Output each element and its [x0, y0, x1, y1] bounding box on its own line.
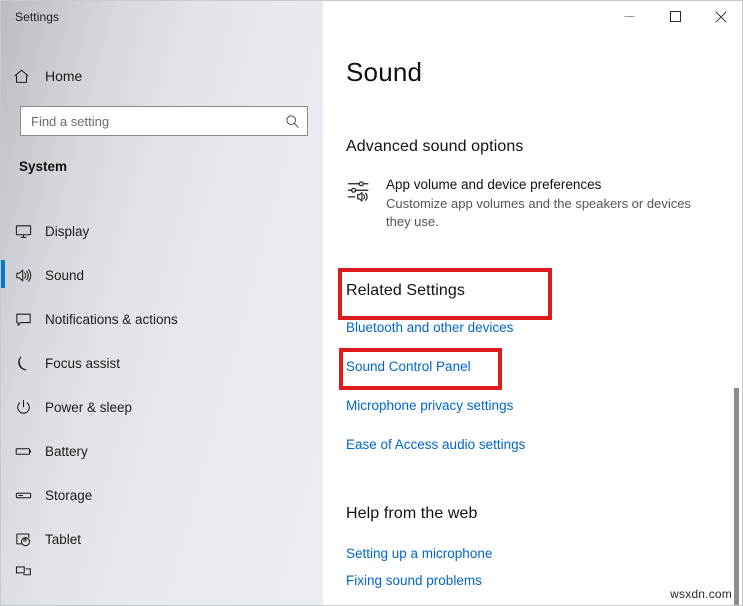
- maximize-icon: [670, 11, 681, 22]
- link-setting-up-a-microphone[interactable]: Setting up a microphone: [346, 546, 492, 561]
- sidebar-item-power-sleep[interactable]: Power & sleep: [1, 385, 323, 429]
- page-title: Sound: [346, 57, 422, 88]
- sidebar-nav-list: Display Sound: [1, 209, 323, 581]
- link-ease-of-access-audio-settings[interactable]: Ease of Access audio settings: [346, 437, 525, 452]
- sidebar-item-label: Display: [45, 224, 89, 239]
- selection-indicator: [1, 260, 5, 288]
- tablet-touch-icon: [1, 530, 45, 549]
- sidebar-item-storage[interactable]: Storage: [1, 473, 323, 517]
- settings-window: Settings: [0, 0, 743, 606]
- main-scrollbar-track[interactable]: [734, 33, 741, 606]
- search-input[interactable]: [21, 114, 277, 129]
- link-sound-control-panel[interactable]: Sound Control Panel: [346, 359, 471, 374]
- home-icon: [1, 68, 41, 85]
- section-heading-related-settings: Related Settings: [346, 282, 465, 300]
- drive-icon: [1, 486, 45, 505]
- sidebar-item-display[interactable]: Display: [1, 209, 323, 253]
- volume-mixer-icon: [346, 176, 386, 204]
- minimize-icon: [624, 11, 635, 22]
- title-bar[interactable]: Settings: [1, 1, 743, 33]
- sidebar-item-label: Notifications & actions: [45, 312, 178, 327]
- search-box[interactable]: [20, 106, 308, 136]
- callout-icon: [1, 310, 45, 329]
- multitasking-icon: [1, 562, 45, 581]
- sidebar-item-multitasking[interactable]: [1, 561, 323, 581]
- battery-icon: [1, 442, 45, 461]
- section-heading-advanced-sound-options: Advanced sound options: [346, 138, 523, 156]
- section-heading-help-from-the-web: Help from the web: [346, 505, 478, 523]
- speaker-icon: [1, 266, 45, 285]
- sidebar-item-label: Sound: [45, 268, 84, 283]
- watermark: wsxdn.com: [670, 587, 732, 601]
- maximize-button[interactable]: [652, 1, 698, 32]
- link-microphone-privacy-settings[interactable]: Microphone privacy settings: [346, 398, 513, 413]
- link-bluetooth-and-other-devices[interactable]: Bluetooth and other devices: [346, 320, 513, 335]
- sidebar-item-battery[interactable]: Battery: [1, 429, 323, 473]
- sidebar-home-label: Home: [45, 68, 82, 84]
- link-fixing-sound-problems[interactable]: Fixing sound problems: [346, 573, 482, 588]
- main-content: Sound Advanced sound options: [323, 1, 743, 606]
- tile-description: Customize app volumes and the speakers o…: [386, 195, 704, 231]
- sidebar-item-label: Tablet: [45, 532, 81, 547]
- sidebar-section-heading: System: [19, 159, 67, 174]
- sidebar-item-label: Power & sleep: [45, 400, 132, 415]
- sidebar-item-sound[interactable]: Sound: [1, 253, 323, 297]
- close-button[interactable]: [698, 1, 743, 32]
- minimize-button[interactable]: [606, 1, 652, 32]
- moon-icon: [1, 354, 45, 373]
- close-icon: [715, 11, 727, 23]
- sidebar-item-notifications[interactable]: Notifications & actions: [1, 297, 323, 341]
- search-icon[interactable]: [277, 114, 307, 129]
- sidebar-item-label: Battery: [45, 444, 88, 459]
- app-volume-device-preferences-tile[interactable]: App volume and device preferences Custom…: [346, 176, 726, 231]
- sidebar-item-focus-assist[interactable]: Focus assist: [1, 341, 323, 385]
- sidebar-item-label: Storage: [45, 488, 92, 503]
- window-title: Settings: [15, 10, 59, 24]
- sidebar-item-tablet[interactable]: Tablet: [1, 517, 323, 561]
- sidebar-item-label: Focus assist: [45, 356, 120, 371]
- sidebar-item-home[interactable]: Home: [1, 61, 323, 91]
- monitor-icon: [1, 222, 45, 241]
- main-scrollbar-thumb[interactable]: [734, 388, 739, 606]
- sidebar: Home System: [1, 1, 323, 606]
- tile-title: App volume and device preferences: [386, 176, 726, 194]
- power-icon: [1, 398, 45, 417]
